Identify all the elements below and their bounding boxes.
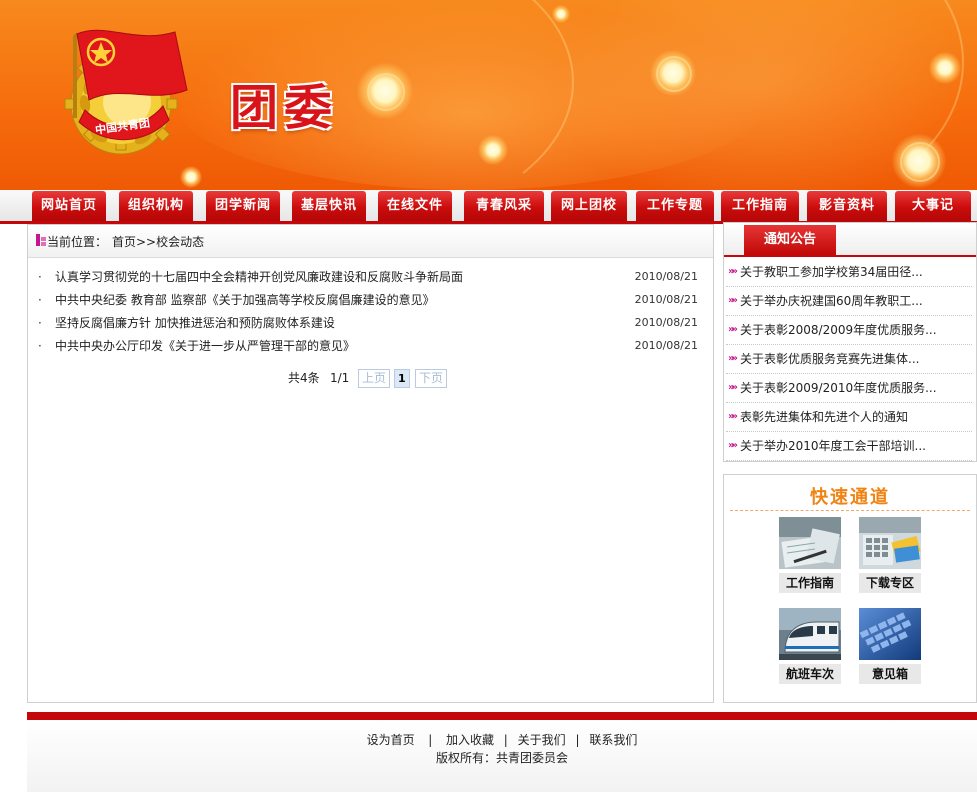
- quick-access-panel: 快速通道 工作指南 下载专区 航班车次 意见箱: [723, 474, 977, 703]
- nav-item-organization[interactable]: 组织机构: [119, 191, 193, 221]
- news-title-link[interactable]: 中共中央纪委 教育部 监察部《关于加强高等学校反腐倡廉建设的意见》: [55, 290, 435, 310]
- banner-orb: [929, 52, 961, 84]
- notice-item-text[interactable]: 关于表彰2009/2010年度优质服务...: [740, 374, 937, 402]
- nav-item-topics[interactable]: 工作专题: [636, 191, 714, 221]
- notice-item[interactable]: »» 关于举办2010年度工会干部培训...: [726, 432, 972, 461]
- footer-divider: [27, 712, 977, 720]
- cyl-emblem-logo: 中国共青团: [64, 29, 188, 155]
- double-arrow-icon: »»: [728, 440, 738, 451]
- banner-ring: [367, 73, 405, 111]
- footer-separator: |: [424, 733, 437, 747]
- quick-link-work-guide[interactable]: 工作指南: [779, 517, 841, 593]
- nav-item-media[interactable]: 影音资料: [807, 191, 887, 221]
- banner-orb: [552, 5, 570, 23]
- quick-link-label: 工作指南: [779, 573, 841, 593]
- quick-link-label: 下载专区: [859, 573, 921, 593]
- nav-item-news[interactable]: 团学新闻: [206, 191, 280, 221]
- news-title-link[interactable]: 坚持反腐倡廉方针 加快推进惩治和预防腐败体系建设: [55, 313, 335, 333]
- breadcrumb: 当前位置： 首页>>校会动态: [28, 225, 713, 258]
- work-guide-icon: [779, 517, 841, 569]
- double-arrow-icon: »»: [728, 324, 738, 335]
- banner-ring: [900, 142, 940, 182]
- pager-prev-button[interactable]: 上页: [358, 369, 391, 388]
- double-arrow-icon: »»: [728, 353, 738, 364]
- keyboard-icon: [859, 608, 921, 660]
- news-row: · 认真学习贯彻党的十七届四中全会精神开创党风廉政建设和反腐败斗争新局面 201…: [38, 267, 703, 287]
- quick-access-title: 快速通道: [810, 487, 890, 508]
- news-title-link[interactable]: 认真学习贯彻党的十七届四中全会精神开创党风廉政建设和反腐败斗争新局面: [55, 267, 463, 287]
- footer-separator: |: [575, 733, 580, 747]
- double-arrow-icon: »»: [728, 266, 738, 277]
- notice-item[interactable]: »» 关于表彰优质服务竞赛先进集体...: [726, 345, 972, 374]
- footer-link-contact[interactable]: 联系我们: [589, 733, 637, 747]
- bullet-icon: ·: [38, 339, 42, 353]
- notice-title: 通知公告: [744, 225, 836, 255]
- quick-link-feedback[interactable]: 意见箱: [859, 608, 921, 684]
- pager-current-page[interactable]: 1: [394, 369, 410, 388]
- breadcrumb-path[interactable]: 首页>>校会动态: [112, 233, 204, 250]
- news-title-link[interactable]: 中共中央办公厅印发《关于进一步从严管理干部的意见》: [55, 336, 355, 356]
- nav-item-guide[interactable]: 工作指南: [721, 191, 799, 221]
- quick-link-label: 航班车次: [779, 664, 841, 684]
- footer: 设为首页 | 加入收藏 | 关于我们 | 联系我们 版权所有：共青团委员会: [27, 720, 977, 792]
- banner-ring: [656, 56, 692, 92]
- news-date: 2010/08/21: [634, 270, 698, 283]
- quick-link-download[interactable]: 下载专区: [859, 517, 921, 593]
- bullet-icon: ·: [38, 316, 42, 330]
- bullet-icon: ·: [38, 293, 42, 307]
- notice-item[interactable]: »» 表彰先进集体和先进个人的通知: [726, 403, 972, 432]
- notice-item-text[interactable]: 关于举办庆祝建国60周年教职工...: [740, 287, 923, 315]
- notice-item-text[interactable]: 关于表彰优质服务竞赛先进集体...: [740, 345, 919, 373]
- main-nav: 网站首页 组织机构 团学新闻 基层快讯 在线文件 青春风采 网上团校 工作专题 …: [0, 190, 977, 224]
- breadcrumb-label: 当前位置：: [47, 235, 108, 249]
- pager-next-button[interactable]: 下页: [415, 369, 448, 388]
- notice-item[interactable]: »» 关于举办庆祝建国60周年教职工...: [726, 287, 972, 316]
- pager-page-info: 1/1: [330, 371, 350, 385]
- news-date: 2010/08/21: [634, 316, 698, 329]
- double-arrow-icon: »»: [728, 382, 738, 393]
- nav-item-documents[interactable]: 在线文件: [378, 191, 452, 221]
- nav-item-events[interactable]: 大事记: [895, 191, 971, 221]
- quick-link-label: 意见箱: [859, 664, 921, 684]
- news-date: 2010/08/21: [634, 293, 698, 306]
- pager-total: 共4条: [288, 371, 320, 385]
- footer-link-set-home[interactable]: 设为首页: [367, 733, 415, 747]
- site-title: 团委: [230, 80, 339, 136]
- notice-item[interactable]: »» 关于教职工参加学校第34届田径...: [726, 258, 972, 287]
- footer-link-about[interactable]: 关于我们: [518, 733, 566, 747]
- double-arrow-icon: »»: [728, 411, 738, 422]
- train-icon: [779, 608, 841, 660]
- bullet-icon: ·: [38, 270, 42, 284]
- divider: [730, 510, 970, 511]
- nav-item-youth[interactable]: 青春风采: [464, 191, 544, 221]
- news-list-panel: 当前位置： 首页>>校会动态 · 认真学习贯彻党的十七届四中全会精神开创党风廉政…: [27, 224, 714, 703]
- notice-item-text[interactable]: 关于表彰2008/2009年度优质服务...: [740, 316, 937, 344]
- copyright: 版权所有：共青团委员会: [435, 751, 568, 765]
- notice-item-text[interactable]: 关于举办2010年度工会干部培训...: [740, 432, 926, 460]
- nav-item-home[interactable]: 网站首页: [32, 191, 106, 221]
- banner-orb: [180, 166, 202, 188]
- double-arrow-icon: »»: [728, 295, 738, 306]
- download-icon: [859, 517, 921, 569]
- notice-header: 通知公告: [724, 223, 976, 257]
- footer-separator: |: [503, 733, 508, 747]
- quick-link-transport[interactable]: 航班车次: [779, 608, 841, 684]
- notice-item[interactable]: »» 关于表彰2008/2009年度优质服务...: [726, 316, 972, 345]
- location-icon: [36, 234, 46, 246]
- notice-item-text[interactable]: 关于教职工参加学校第34届田径...: [740, 258, 923, 286]
- notice-panel: 通知公告 »» 关于教职工参加学校第34届田径... »» 关于举办庆祝建国60…: [723, 222, 977, 462]
- notice-item-text[interactable]: 表彰先进集体和先进个人的通知: [740, 403, 908, 431]
- news-row: · 中共中央纪委 教育部 监察部《关于加强高等学校反腐倡廉建设的意见》 2010…: [38, 290, 703, 310]
- nav-item-grassroots[interactable]: 基层快讯: [292, 191, 366, 221]
- nav-item-online-school[interactable]: 网上团校: [551, 191, 627, 221]
- footer-links: 设为首页 | 加入收藏 | 关于我们 | 联系我们: [27, 731, 977, 748]
- news-row: · 坚持反腐倡廉方针 加快推进惩治和预防腐败体系建设 2010/08/21: [38, 313, 703, 333]
- header-banner: 中国共青团 团委: [0, 0, 977, 190]
- notice-item[interactable]: »» 关于表彰2009/2010年度优质服务...: [726, 374, 972, 403]
- news-date: 2010/08/21: [634, 339, 698, 352]
- banner-orb: [478, 135, 508, 165]
- footer-link-bookmark[interactable]: 加入收藏: [446, 733, 494, 747]
- news-row: · 中共中央办公厅印发《关于进一步从严管理干部的意见》 2010/08/21: [38, 336, 703, 356]
